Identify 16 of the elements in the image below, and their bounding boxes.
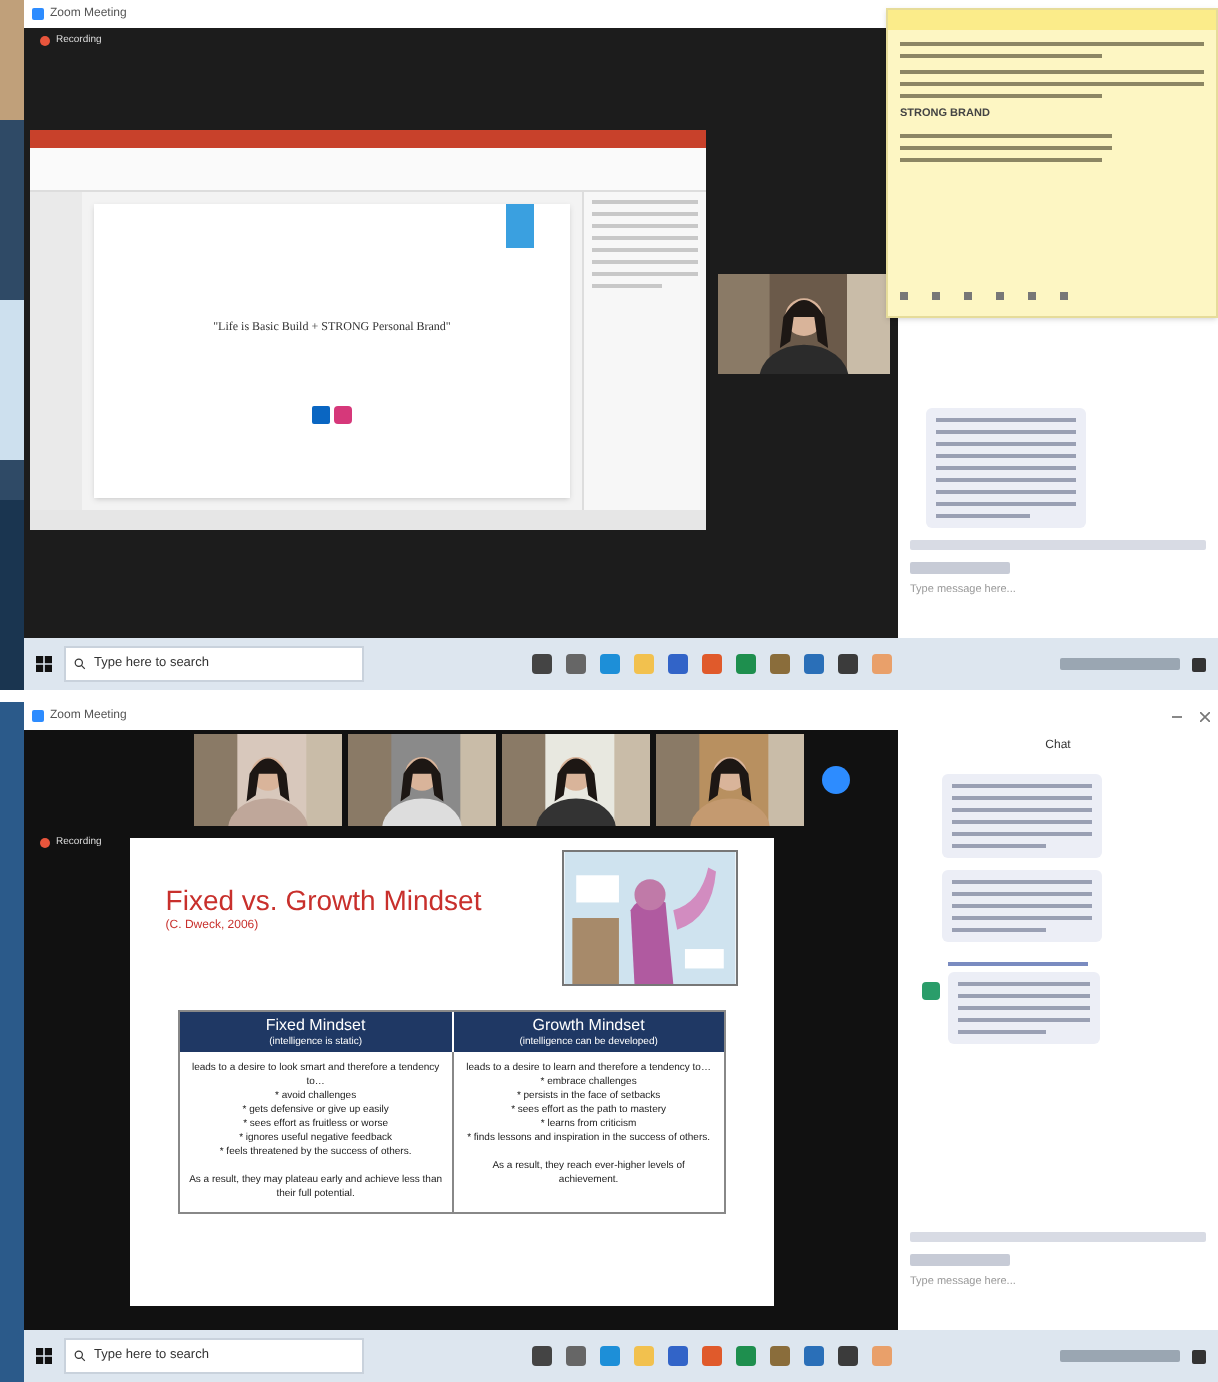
zoom-logo-icon (32, 8, 44, 20)
zoom-logo-icon (32, 710, 44, 722)
instagram-icon (334, 405, 352, 423)
windows-logo-icon[interactable] (36, 1348, 52, 1364)
linkedin-icon (312, 405, 330, 423)
slide-title: Fixed vs. Growth Mindset (165, 886, 482, 914)
notification-icon[interactable] (1192, 657, 1206, 671)
bookmark-icon (506, 204, 534, 248)
search-icon (74, 658, 86, 670)
avatar (922, 982, 940, 1000)
windows-logo-icon[interactable] (36, 656, 52, 672)
search-icon (74, 1350, 86, 1362)
minimize-icon[interactable] (1172, 715, 1182, 717)
notification-icon[interactable] (1192, 1349, 1206, 1363)
next-page-button[interactable] (821, 766, 849, 794)
close-icon[interactable] (1200, 711, 1210, 721)
